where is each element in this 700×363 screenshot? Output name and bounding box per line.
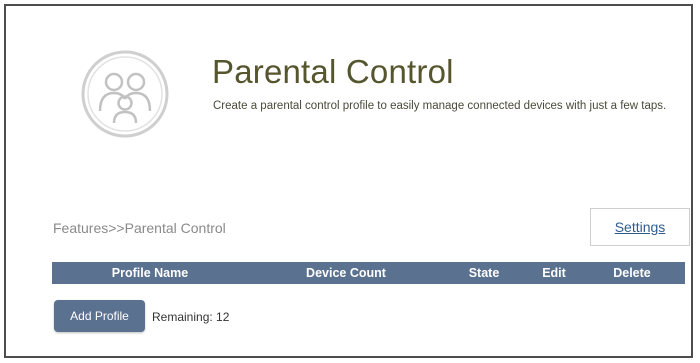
remaining-value: 12 xyxy=(216,310,230,324)
column-header-edit: Edit xyxy=(542,266,566,280)
column-header-device-count: Device Count xyxy=(306,266,386,280)
profiles-table-header: Profile Name Device Count State Edit Del… xyxy=(52,262,685,284)
column-header-delete: Delete xyxy=(613,266,651,280)
column-header-profile-name: Profile Name xyxy=(111,266,189,280)
page-frame: Parental Control Create a parental contr… xyxy=(4,4,693,358)
remaining-count: Remaining: 12 xyxy=(152,310,229,324)
page-title: Parental Control xyxy=(212,53,454,90)
settings-button[interactable]: Settings xyxy=(590,208,690,246)
add-profile-button[interactable]: Add Profile xyxy=(54,300,145,332)
family-icon xyxy=(80,49,170,139)
remaining-label: Remaining: xyxy=(152,310,213,324)
settings-link[interactable]: Settings xyxy=(615,219,666,235)
page-subtitle: Create a parental control profile to eas… xyxy=(213,100,667,112)
breadcrumb: Features>>Parental Control xyxy=(53,220,226,236)
column-header-state: State xyxy=(468,266,500,280)
